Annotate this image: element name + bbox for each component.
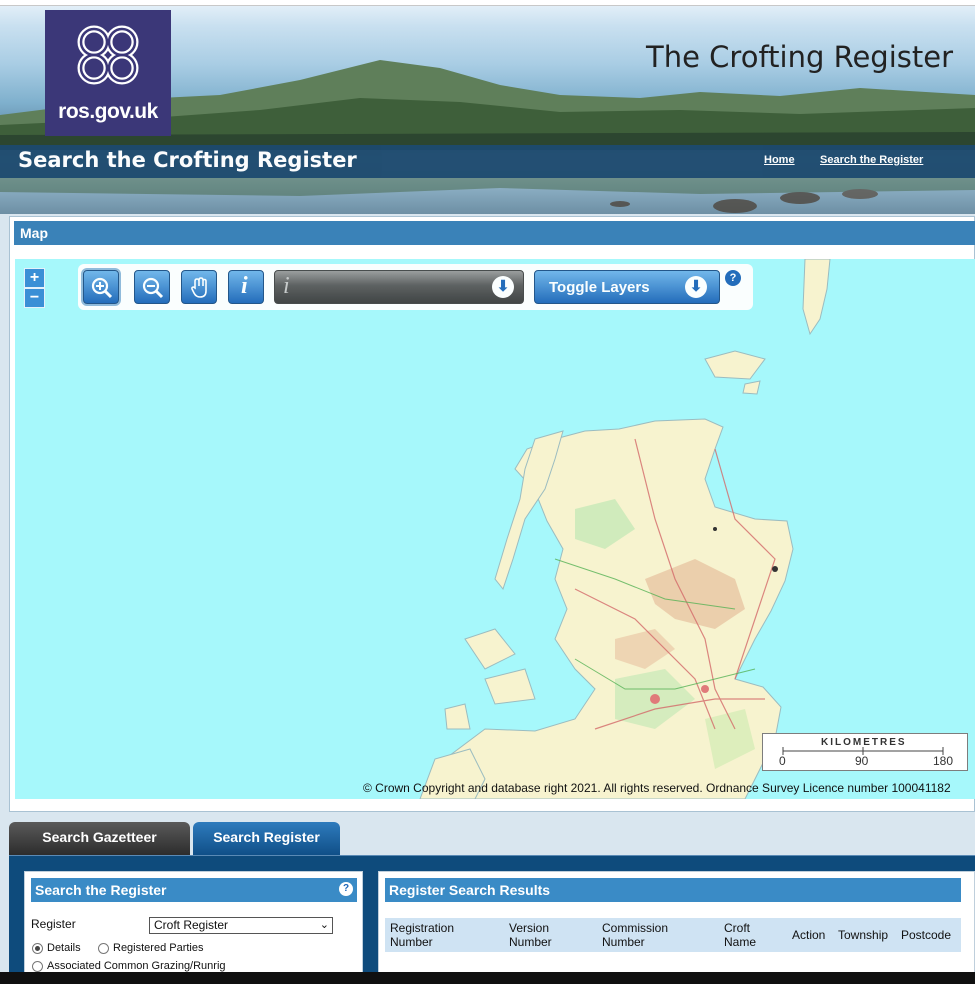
zoom-in-button[interactable]: + (24, 268, 45, 288)
copyright-notice: © Crown Copyright and database right 202… (363, 781, 951, 795)
col-registration-number[interactable]: Registration Number (390, 921, 454, 949)
col-registration-number-l2: Number (390, 935, 433, 949)
nav-search-register-link[interactable]: Search the Register (820, 154, 923, 166)
search-form-panel: Search the Register ? Register Croft Reg… (24, 871, 363, 984)
help-icon[interactable]: ? (725, 270, 741, 286)
zoom-in-tool-button[interactable] (83, 270, 119, 304)
search-form-title-text: Search the Register (35, 882, 167, 898)
results-panel: Register Search Results Registration Numb… (378, 871, 975, 984)
col-commission-number[interactable]: Commission Number (602, 921, 668, 949)
search-form-title: Search the Register ? (31, 878, 357, 902)
map-panel-title: Map (14, 221, 975, 245)
results-table-header: Registration Number Version Number Commiss… (385, 918, 961, 952)
toggle-layers-label: Toggle Layers (549, 279, 650, 296)
results-title: Register Search Results (385, 878, 961, 902)
celtic-knot-icon (77, 25, 139, 85)
radio-details-label: Details (47, 942, 81, 954)
layer-info-bar[interactable]: i ⬇ (274, 270, 524, 304)
site-header: ros.gov.uk The Crofting Register Search … (0, 0, 975, 214)
col-version-number[interactable]: Version Number (509, 921, 552, 949)
page: ros.gov.uk The Crofting Register Search … (0, 0, 975, 984)
nav-home-link[interactable]: Home (764, 154, 795, 166)
col-township[interactable]: Township (838, 928, 888, 942)
pan-tool-button[interactable] (181, 270, 217, 304)
help-icon[interactable]: ? (339, 882, 353, 896)
layer-info-icon: i (283, 273, 290, 299)
logo-text: ros.gov.uk (58, 100, 158, 123)
page-title: Search the Crofting Register (18, 148, 357, 172)
col-croft-name[interactable]: Croft Name (724, 921, 756, 949)
radio-details[interactable] (32, 943, 43, 954)
register-label: Register (31, 917, 76, 931)
search-area: Search the Register ? Register Croft Reg… (9, 855, 975, 984)
zoom-out-icon (142, 277, 164, 299)
title-bar: Search the Crofting Register Home Search… (0, 145, 975, 178)
col-croft-name-l2: Name (724, 935, 757, 949)
radio-registered-parties-label: Registered Parties (113, 942, 204, 954)
arrow-down-circle-icon: ⬇ (492, 276, 514, 298)
col-croft-name-l1: Croft (724, 921, 751, 935)
ros-logo[interactable]: ros.gov.uk (45, 10, 171, 136)
register-select-value: Croft Register (154, 918, 229, 932)
browser-strip (0, 0, 975, 6)
zoom-control: + − (24, 268, 45, 308)
col-version-number-l1: Version (509, 921, 550, 935)
chevron-down-icon: ⌄ (319, 919, 329, 931)
scotland-map (419, 259, 831, 799)
zoom-in-icon (91, 277, 113, 299)
site-title: The Crofting Register (646, 40, 953, 74)
scale-bar: KILOMETRES 0 90 180 (762, 733, 968, 771)
map-viewport[interactable]: + − i i ⬇ Toggle Layers ⬇ ? KILOMETRES 0… (15, 259, 975, 799)
col-commission-number-l1: Commission (602, 921, 669, 935)
map-toolbar: i i ⬇ Toggle Layers ⬇ ? (78, 264, 753, 310)
radio-common-grazing[interactable] (32, 961, 43, 972)
zoom-out-button[interactable]: − (24, 288, 45, 308)
col-action[interactable]: Action (792, 928, 825, 942)
col-postcode[interactable]: Postcode (901, 928, 951, 942)
zoom-out-tool-button[interactable] (134, 270, 170, 304)
toggle-layers-button[interactable]: Toggle Layers ⬇ (534, 270, 720, 304)
os-taskbar (0, 972, 975, 984)
radio-common-grazing-label: Associated Common Grazing/Runrig (47, 960, 226, 972)
register-select[interactable]: Croft Register ⌄ (149, 917, 333, 934)
scale-tick-180: 180 (933, 754, 954, 768)
scale-tick-0: 0 (779, 754, 786, 768)
info-tool-button[interactable]: i (228, 270, 264, 304)
tab-search-gazetteer[interactable]: Search Gazetteer (9, 822, 190, 856)
arrow-down-circle-icon: ⬇ (685, 276, 707, 298)
col-version-number-l2: Number (509, 935, 552, 949)
lake-reflection (0, 178, 975, 213)
radio-registered-parties[interactable] (98, 943, 109, 954)
map-panel: Map + − i i ⬇ Toggle Layers ⬇ ? KILOMETR… (9, 216, 975, 812)
scale-tick-90: 90 (855, 754, 869, 768)
pan-hand-icon (191, 277, 207, 298)
col-commission-number-l2: Number (602, 935, 645, 949)
info-icon: i (241, 273, 248, 299)
tab-search-register[interactable]: Search Register (193, 822, 340, 856)
col-registration-number-l1: Registration (390, 921, 455, 935)
